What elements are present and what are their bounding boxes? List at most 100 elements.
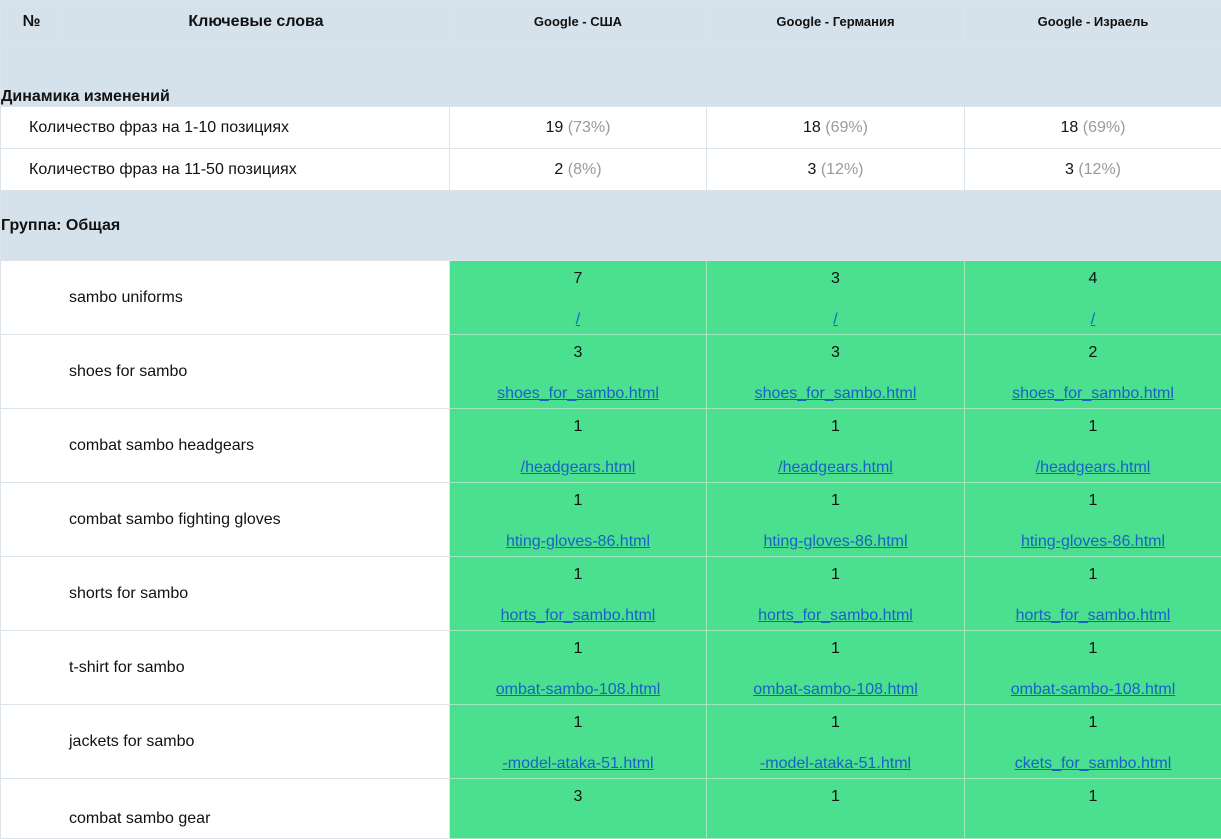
position-cell: 1 ombat-sambo-108.html — [707, 631, 965, 705]
position-cell: 3/ — [707, 261, 965, 335]
ranking-url-link[interactable]: / — [450, 311, 706, 329]
column-header-google-usa[interactable]: Google - США — [450, 1, 707, 43]
position-number: 2 — [965, 343, 1221, 363]
dynamics-title: Динамика изменений — [1, 43, 1221, 107]
position-cell: 1 horts_for_sambo.html — [965, 557, 1221, 631]
ranking-url-link[interactable]: ckets_for_sambo.html — [965, 755, 1221, 773]
position-number: 3 — [450, 787, 706, 807]
stat-value: 3 (12%) — [707, 149, 965, 191]
ranking-url-link[interactable]: -model-ataka-51.html — [707, 755, 964, 773]
keyword-rows: sambo uniforms7/3/4/shoes for sambo3shoe… — [1, 261, 1221, 839]
stat-value: 19 (73%) — [450, 107, 707, 149]
position-number: 1 — [965, 639, 1221, 659]
position-number: 1 — [707, 417, 964, 437]
ranking-url-link[interactable]: ombat-sambo-108.html — [965, 681, 1221, 699]
table-header: № Ключевые слова Google - США Google - Г… — [1, 1, 1221, 43]
table-row: shoes for sambo3shoes_for_sambo.html3sho… — [1, 335, 1221, 409]
position-number: 1 — [965, 417, 1221, 437]
position-cell: 3 — [450, 779, 707, 839]
stat-row: Количество фраз на 11-50 позициях 2 (8%)… — [1, 149, 1221, 191]
position-cell: 1 ombat-sambo-108.html — [450, 631, 707, 705]
stat-percent: (69%) — [1083, 119, 1126, 136]
keyword-name: shorts for sambo — [1, 557, 450, 631]
position-cell: 1hting-gloves-86.html — [707, 483, 965, 557]
table-row: jackets for sambo1-model-ataka-51.html1-… — [1, 705, 1221, 779]
stat-label: Количество фраз на 11-50 позициях — [1, 149, 450, 191]
position-number: 1 — [707, 639, 964, 659]
ranking-url-link[interactable]: hting-gloves-86.html — [707, 533, 964, 551]
position-number: 1 — [707, 713, 964, 733]
position-cell: 1 -model-ataka-51.html — [707, 705, 965, 779]
ranking-url-link[interactable]: /headgears.html — [707, 459, 964, 477]
position-number: 1 — [450, 639, 706, 659]
ranking-url-link[interactable]: shoes_for_sambo.html — [707, 385, 964, 403]
table-row: shorts for sambo 1 horts_for_sambo.html 1 ho… — [1, 557, 1221, 631]
position-cell: 1 ombat-sambo-108.html — [965, 631, 1221, 705]
ranking-url-link[interactable]: /headgears.html — [965, 459, 1221, 477]
position-cell: 1/headgears.html — [965, 409, 1221, 483]
position-cell: 1 hting-gloves-86.html — [450, 483, 707, 557]
ranking-url-link[interactable]: shoes_for_sambo.html — [450, 385, 706, 403]
ranking-url-link[interactable]: / — [707, 311, 964, 329]
position-number: 4 — [965, 269, 1221, 289]
ranking-url-link[interactable]: ombat-sambo-108.html — [707, 681, 964, 699]
stat-value: 3 (12%) — [965, 149, 1221, 191]
table-row: t-shirt for sambo1ombat-sambo-108.html1o… — [1, 631, 1221, 705]
table-row: combat sambo gear311 — [1, 779, 1221, 839]
position-cell: 1 ckets_for_sambo.html — [965, 705, 1221, 779]
keyword-name: combat sambo fighting gloves — [1, 483, 450, 557]
ranking-url-link[interactable]: horts_for_sambo.html — [450, 607, 706, 625]
position-cell: 1/headgears.html — [450, 409, 707, 483]
stat-percent: (12%) — [821, 161, 864, 178]
position-cell: 1/headgears.html — [707, 409, 965, 483]
position-number: 1 — [965, 491, 1221, 511]
ranking-url-link[interactable]: / — [965, 311, 1221, 329]
position-cell: 2 shoes_for_sambo.html — [965, 335, 1221, 409]
ranking-url-link[interactable]: hting-gloves-86.html — [965, 533, 1221, 551]
position-number: 1 — [450, 491, 706, 511]
position-cell: 1 — [965, 779, 1221, 839]
keyword-name: combat sambo gear — [1, 779, 450, 839]
table-row: sambo uniforms7/3/4/ — [1, 261, 1221, 335]
stat-percent: (8%) — [568, 161, 602, 178]
ranking-url-link[interactable]: ombat-sambo-108.html — [450, 681, 706, 699]
keyword-name: shoes for sambo — [1, 335, 450, 409]
ranking-url-link[interactable]: horts_for_sambo.html — [965, 607, 1221, 625]
position-number: 1 — [965, 565, 1221, 585]
ranking-url-link[interactable]: hting-gloves-86.html — [450, 533, 706, 551]
group-section-header: Группа: Общая — [1, 191, 1221, 261]
column-header-number[interactable]: № — [1, 1, 63, 43]
position-number: 1 — [965, 787, 1221, 807]
position-number: 1 — [965, 713, 1221, 733]
position-number: 1 — [450, 417, 706, 437]
column-header-google-germany[interactable]: Google - Германия — [707, 1, 965, 43]
ranking-url-link[interactable]: -model-ataka-51.html — [450, 755, 706, 773]
ranking-url-link[interactable]: horts_for_sambo.html — [707, 607, 964, 625]
keyword-name: t-shirt for sambo — [1, 631, 450, 705]
position-number: 7 — [450, 269, 706, 289]
ranking-url-link[interactable]: /headgears.html — [450, 459, 706, 477]
rankings-table: № Ключевые слова Google - США Google - Г… — [0, 0, 1221, 839]
position-cell: 1 — [707, 779, 965, 839]
position-number: 3 — [450, 343, 706, 363]
stat-percent: (73%) — [568, 119, 611, 136]
column-header-keywords[interactable]: Ключевые слова — [63, 1, 450, 43]
keyword-name: combat sambo headgears — [1, 409, 450, 483]
position-number: 3 — [707, 343, 964, 363]
position-number: 1 — [707, 565, 964, 585]
position-cell: 4/ — [965, 261, 1221, 335]
ranking-url-link[interactable]: shoes_for_sambo.html — [965, 385, 1221, 403]
column-header-google-israel[interactable]: Google - Израель — [965, 1, 1221, 43]
table-row: combat sambo headgears1/headgears.html1/… — [1, 409, 1221, 483]
stat-value: 2 (8%) — [450, 149, 707, 191]
table-row: combat sambo fighting gloves1hting-glove… — [1, 483, 1221, 557]
position-cell: 1horts_for_sambo.html — [450, 557, 707, 631]
position-number: 1 — [707, 787, 964, 807]
position-cell: 1-model-ataka-51.html — [450, 705, 707, 779]
position-cell: 7/ — [450, 261, 707, 335]
stat-value: 18 (69%) — [707, 107, 965, 149]
position-cell: 3 shoes_for_sambo.html — [707, 335, 965, 409]
stat-label: Количество фраз на 1-10 позициях — [1, 107, 450, 149]
position-cell: 1 horts_for_sambo.html — [707, 557, 965, 631]
group-title: Группа: Общая — [1, 191, 1221, 261]
